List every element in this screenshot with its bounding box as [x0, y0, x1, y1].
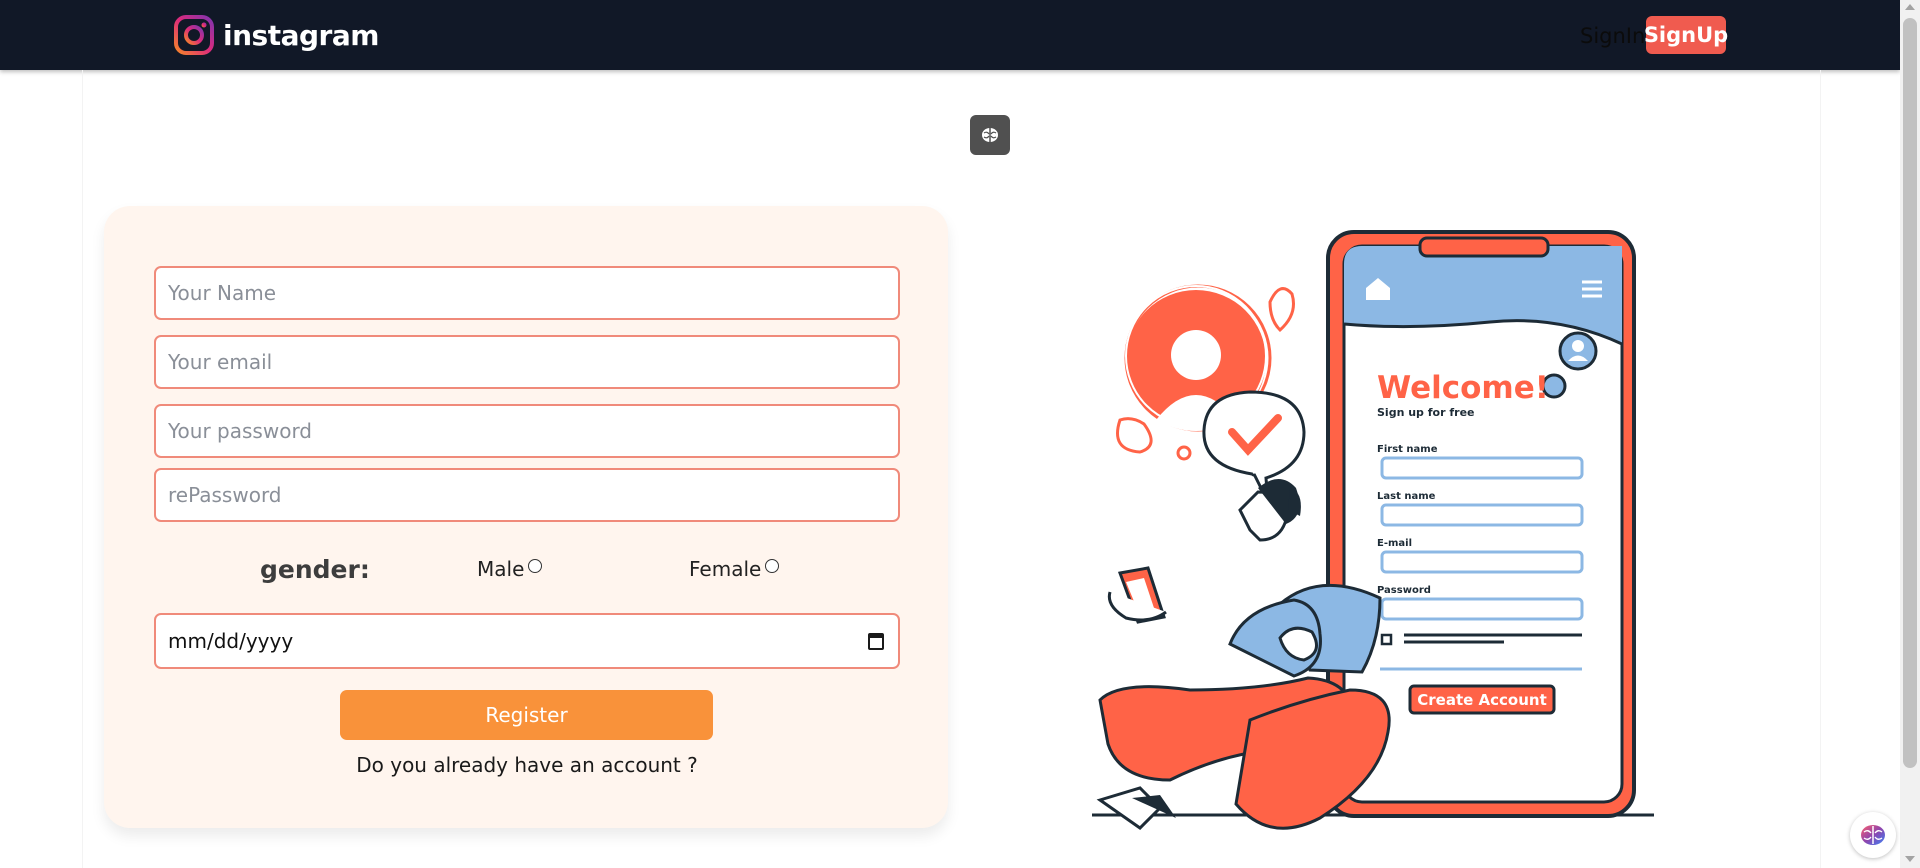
container-edge	[1820, 70, 1821, 868]
field-label: E-mail	[1377, 538, 1412, 549]
instagram-logo-icon	[174, 15, 214, 55]
brand[interactable]: instagram	[173, 14, 379, 56]
repassword-input[interactable]: rePassword	[154, 468, 900, 522]
signin-link[interactable]: SignIn	[1580, 24, 1645, 48]
calendar-icon[interactable]	[868, 633, 884, 650]
signin-prompt-link[interactable]: Do you already have an account ?	[154, 753, 900, 777]
register-button[interactable]: Register	[340, 690, 713, 740]
brain-icon	[1861, 825, 1885, 845]
password-input[interactable]: Your password	[154, 404, 900, 458]
floating-extension-button[interactable]	[1850, 812, 1896, 858]
female-radio[interactable]	[765, 559, 780, 573]
scroll-up-arrow-icon[interactable]	[1905, 4, 1915, 10]
email-input[interactable]: Your email	[154, 335, 900, 389]
welcome-title: Welcome!	[1377, 370, 1549, 406]
signup-illustration: Welcome! Sign up for free First name Las…	[1092, 230, 1654, 830]
scrollbar-thumb[interactable]	[1903, 18, 1917, 768]
create-account-label: Create Account	[1417, 691, 1547, 709]
gender-option-label: Male	[477, 557, 525, 581]
welcome-subtitle: Sign up for free	[1377, 406, 1475, 419]
brand-name: instagram	[223, 18, 379, 52]
gender-label: gender:	[260, 555, 370, 584]
male-radio[interactable]	[528, 559, 543, 573]
gender-male-option[interactable]: Male	[477, 557, 543, 581]
brain-icon	[982, 128, 998, 142]
top-navbar: instagram SignIn SignUp	[0, 0, 1900, 70]
brain-extension-button[interactable]	[970, 115, 1010, 155]
date-placeholder: mm/dd/yyyy	[168, 629, 294, 653]
field-label: Password	[1377, 585, 1431, 596]
birthdate-input[interactable]: mm/dd/yyyy	[154, 613, 900, 669]
field-label: Last name	[1377, 491, 1436, 502]
field-label: First name	[1377, 444, 1438, 455]
container-edge	[82, 70, 83, 868]
gender-female-option[interactable]: Female	[689, 557, 780, 581]
scroll-down-arrow-icon[interactable]	[1905, 856, 1915, 862]
gender-option-label: Female	[689, 557, 762, 581]
signup-button[interactable]: SignUp	[1644, 16, 1728, 54]
name-input[interactable]: Your Name	[154, 266, 900, 320]
